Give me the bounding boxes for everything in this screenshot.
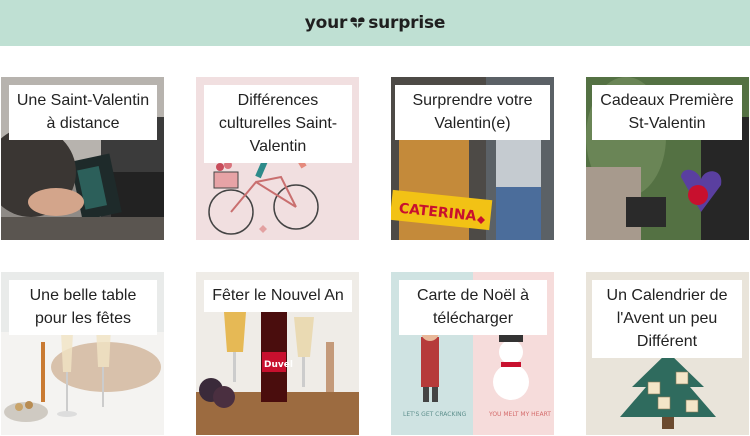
card-text-left: LET'S GET CRACKING: [403, 411, 467, 418]
article-card-cadeaux-premiere[interactable]: Cadeaux Première St-Valentin: [586, 77, 749, 240]
card-title: Un Calendrier de l'Avent un peu Différen…: [592, 280, 742, 358]
gift-heart-icon: [350, 17, 365, 29]
brand-logo[interactable]: your surprise: [305, 13, 446, 33]
card-title: Surprendre votre Valentin(e): [395, 85, 550, 140]
duvel-label: Duvel: [264, 360, 293, 370]
article-card-differences-culturelles[interactable]: Différences culturelles Saint-Valentin: [196, 77, 359, 240]
logo-text-surprise: surprise: [368, 13, 446, 33]
card-text-right: YOU MELT MY HEART: [488, 411, 551, 418]
article-card-calendrier-avent[interactable]: Un Calendrier de l'Avent un peu Différen…: [586, 272, 749, 435]
logo-text-your: your: [304, 13, 348, 33]
article-card-saint-valentin-distance[interactable]: Une Saint-Valentin à distance: [1, 77, 164, 240]
card-title: Carte de Noël à télécharger: [399, 280, 547, 335]
card-title: Une belle table pour les fêtes: [9, 280, 157, 335]
article-card-surprendre-valentin[interactable]: CATERINA Surprendre votre Valentin(e): [391, 77, 554, 240]
card-title: Cadeaux Première St-Valentin: [592, 85, 742, 140]
card-title: Différences culturelles Saint-Valentin: [204, 85, 352, 163]
article-card-nouvel-an[interactable]: Duvel Fêter le Nouvel An: [196, 272, 359, 435]
card-title: Une Saint-Valentin à distance: [9, 85, 157, 140]
card-title: Fêter le Nouvel An: [204, 280, 352, 312]
article-card-carte-noel[interactable]: LET'S GET CRACKING YOU MELT MY HEART Car…: [391, 272, 554, 435]
site-header: your surprise: [0, 0, 750, 46]
article-card-belle-table[interactable]: Une belle table pour les fêtes: [1, 272, 164, 435]
